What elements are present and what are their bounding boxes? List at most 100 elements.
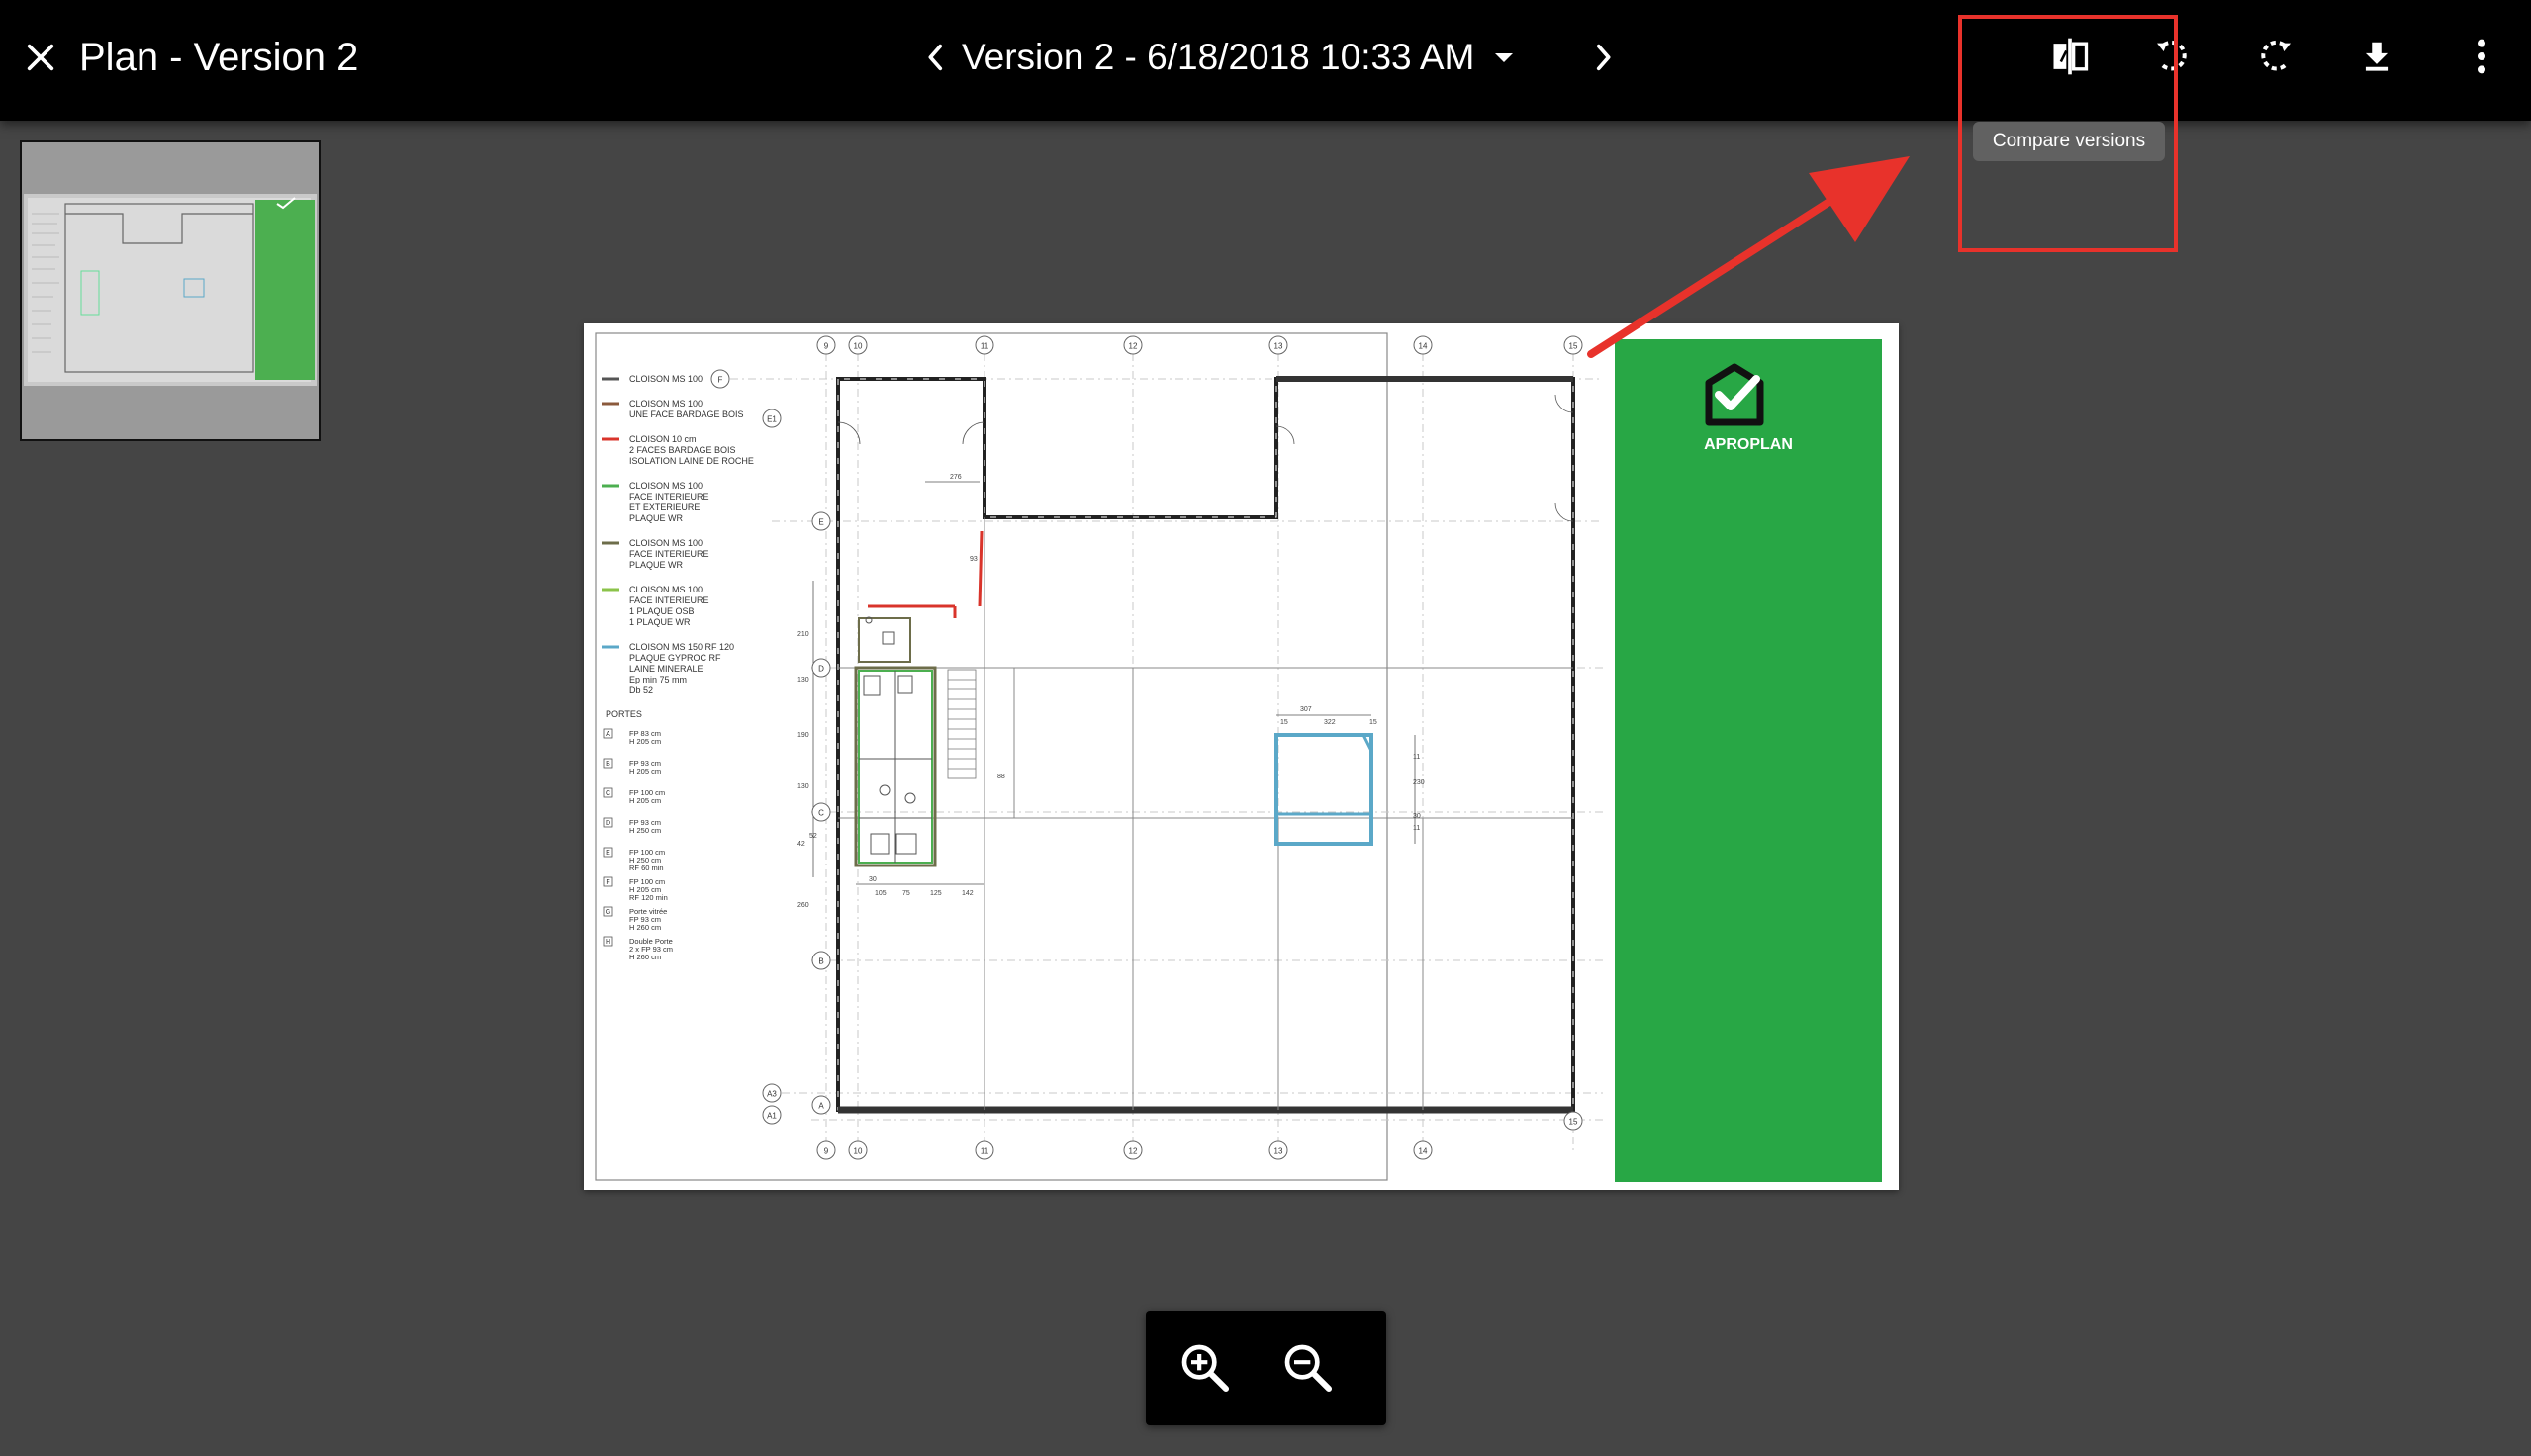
next-version-button[interactable] xyxy=(1585,30,1621,85)
dimension-label: 75 xyxy=(902,890,910,897)
legend-text: ET EXTERIEURE xyxy=(629,502,700,512)
dimension-label: 30 xyxy=(1413,813,1421,820)
legend-text: CLOISON MS 150 RF 120 xyxy=(629,642,734,652)
grid-bubble-label: 11 xyxy=(981,342,989,351)
legend-text: CLOISON MS 100 xyxy=(629,374,703,384)
legend-text: CLOISON MS 100 xyxy=(629,585,703,594)
door-text: RF 60 min xyxy=(629,864,664,872)
grid-bubble-label: 9 xyxy=(824,1147,829,1156)
close-icon xyxy=(27,44,54,71)
dimension-label: 93 xyxy=(970,556,978,563)
zoom-in-icon xyxy=(1181,1344,1230,1393)
zoom-in-button[interactable] xyxy=(1173,1336,1237,1400)
door-key: E xyxy=(606,850,610,857)
dimension-label: 105 xyxy=(875,890,887,897)
dimension-label: 42 xyxy=(797,841,805,848)
dimension-label: 15 xyxy=(1280,719,1288,726)
grid-bubble-label: D xyxy=(818,665,824,674)
caret-down-icon xyxy=(1495,53,1514,62)
brand-panel xyxy=(1615,339,1882,1182)
door-text: H 250 cm xyxy=(629,826,661,835)
chevron-right-icon xyxy=(1597,44,1611,71)
version-dropdown-button[interactable] xyxy=(1484,30,1524,85)
page-title: Plan - Version 2 xyxy=(79,36,359,79)
legend-text: ISOLATION LAINE DE ROCHE xyxy=(629,456,754,466)
door-key: A xyxy=(606,731,610,738)
grid-bubble-label: 15 xyxy=(1569,342,1578,351)
more-options-button[interactable] xyxy=(2450,25,2513,88)
thumbnail-preview xyxy=(24,194,317,386)
doors-heading: PORTES xyxy=(606,709,642,719)
page-thumbnail[interactable] xyxy=(20,140,321,441)
top-bar: Plan - Version 2 Version 2 - 6/18/2018 1… xyxy=(0,0,2531,121)
close-button[interactable] xyxy=(16,30,65,85)
dimension-label: 11 xyxy=(1413,825,1420,832)
download-icon xyxy=(2365,42,2389,71)
grid-bubble-label: B xyxy=(818,957,823,966)
grid-bubble-label: 14 xyxy=(1419,1147,1428,1156)
legend-text: Ep min 75 mm xyxy=(629,675,687,684)
compare-versions-icon xyxy=(2053,38,2089,75)
door-key: H xyxy=(606,939,610,946)
zoom-out-button[interactable] xyxy=(1276,1336,1340,1400)
legend-text: FACE INTERIEURE xyxy=(629,549,709,559)
dimension-label: 130 xyxy=(797,677,809,683)
grid-bubble-label: E1 xyxy=(767,415,777,424)
door-key: F xyxy=(606,879,609,886)
door-key: B xyxy=(606,761,610,768)
grid-bubble-label: 9 xyxy=(824,342,829,351)
legend-text: 1 PLAQUE WR xyxy=(629,617,691,627)
download-button[interactable] xyxy=(2345,25,2408,88)
grid-bubble-label: A3 xyxy=(767,1090,777,1099)
grid-bubble-label: 11 xyxy=(981,1147,989,1156)
dimension-label: 130 xyxy=(797,783,809,790)
dimension-label: 322 xyxy=(1324,719,1336,726)
door-text: H 205 cm xyxy=(629,767,661,775)
legend-text: UNE FACE BARDAGE BOIS xyxy=(629,410,744,419)
zoom-out-icon xyxy=(1284,1344,1333,1393)
rotate-right-icon xyxy=(2261,40,2291,71)
compare-versions-tooltip: Compare versions xyxy=(1973,122,2165,161)
grid-bubble-label: A1 xyxy=(767,1112,777,1121)
dimension-label: 15 xyxy=(1369,719,1377,726)
legend-text: FACE INTERIEURE xyxy=(629,492,709,501)
door-key: G xyxy=(606,909,610,916)
grid-bubble-label: 13 xyxy=(1274,1147,1283,1156)
plan-drawing: APROPLAN CLOISON MS 100CLOISON MS 100UNE… xyxy=(595,332,1882,1182)
door-text: H 260 cm xyxy=(629,953,661,961)
dimension-label: 52 xyxy=(809,833,817,840)
grid-bubble-label: 15 xyxy=(1569,1118,1578,1127)
dimension-label: 125 xyxy=(930,890,942,897)
rotate-right-button[interactable] xyxy=(2244,25,2307,88)
door-text: H 205 cm xyxy=(629,737,661,746)
grid-bubble-label: A xyxy=(818,1102,824,1111)
legend-text: LAINE MINERALE xyxy=(629,664,703,674)
previous-version-button[interactable] xyxy=(918,30,954,85)
dimension-label: 307 xyxy=(1300,706,1312,713)
legend-text: CLOISON 10 cm xyxy=(629,434,697,444)
grid-bubble-label: C xyxy=(818,809,824,818)
dimension-label: 210 xyxy=(797,631,809,638)
grid-bubble-label: 13 xyxy=(1274,342,1283,351)
grid-bubble-label: F xyxy=(718,376,723,385)
brand-name: APROPLAN xyxy=(1704,436,1793,453)
version-label[interactable]: Version 2 - 6/18/2018 10:33 AM xyxy=(962,37,1474,78)
plan-document[interactable]: APROPLAN CLOISON MS 100 CLOISON MS 100 UNE… xyxy=(584,323,1899,1190)
legend-text: 2 FACES BARDAGE BOIS xyxy=(629,445,736,455)
grid-bubble-label: 12 xyxy=(1129,1147,1138,1156)
door-key: D xyxy=(606,820,610,827)
dimension-label: 142 xyxy=(962,890,974,897)
dimension-label: 11 xyxy=(1413,754,1420,761)
grid-bubble-label: 14 xyxy=(1419,342,1428,351)
dimension-label: 88 xyxy=(997,774,1005,780)
legend-text: CLOISON MS 100 xyxy=(629,399,703,409)
more-vert-icon xyxy=(2478,39,2485,74)
compare-versions-button[interactable] xyxy=(2038,25,2102,88)
door-text: H 205 cm xyxy=(629,796,661,805)
legend-text: PLAQUE WR xyxy=(629,560,684,570)
door-text: RF 120 min xyxy=(629,893,668,902)
legend-text: Db 52 xyxy=(629,685,653,695)
legend-text: FACE INTERIEURE xyxy=(629,595,709,605)
rotate-left-button[interactable] xyxy=(2140,25,2203,88)
rotate-left-icon xyxy=(2157,40,2187,71)
